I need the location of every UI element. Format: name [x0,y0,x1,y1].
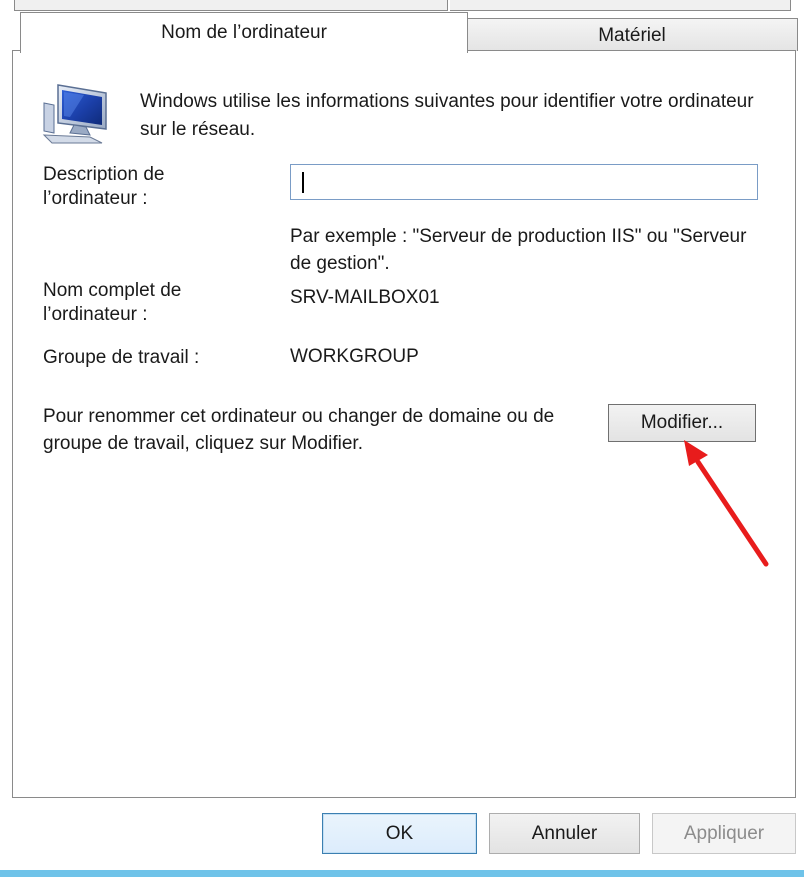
system-properties-dialog: Nom de l’ordinateur Matériel Windows uti… [0,0,804,877]
ok-button[interactable]: OK [322,813,477,854]
full-name-value: SRV-MAILBOX01 [290,287,440,308]
tab-row-back-left [14,0,448,11]
tab-strip: Nom de l’ordinateur Matériel [0,0,804,53]
tab-row-back-right [450,0,791,11]
description-label: Description de l’ordinateur : [43,164,165,209]
computer-monitor-icon [42,84,107,144]
tab-hardware[interactable]: Matériel [466,18,798,51]
description-input[interactable] [290,164,758,200]
workgroup-value: WORKGROUP [290,346,419,367]
cancel-button[interactable]: Annuler [489,813,640,854]
window-accent-bar [0,870,804,877]
text-caret [302,172,304,193]
modify-button[interactable]: Modifier... [608,404,756,442]
description-example-text: Par exemple : "Serveur de production IIS… [290,226,747,274]
full-name-label: Nom complet de l’ordinateur : [43,280,182,325]
intro-text: Windows utilise les informations suivant… [140,91,754,140]
workgroup-label: Groupe de travail : [43,347,200,368]
rename-instructions: Pour renommer cet ordinateur ou changer … [43,406,555,454]
apply-button: Appliquer [652,813,796,854]
tab-computer-name[interactable]: Nom de l’ordinateur [20,12,468,53]
